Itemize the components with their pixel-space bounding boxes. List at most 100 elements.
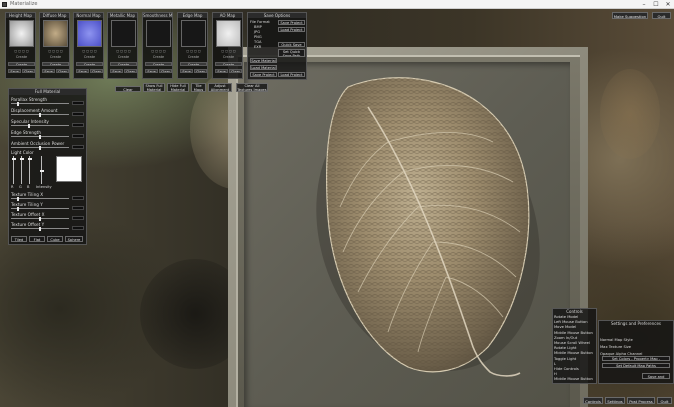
map-create-button[interactable]: Create bbox=[145, 62, 172, 66]
set-colors-button[interactable]: Set Colors - Property Map - Channels bbox=[602, 356, 670, 361]
slider-track[interactable] bbox=[11, 216, 69, 221]
minimize-icon[interactable]: – bbox=[638, 0, 650, 9]
g-slider[interactable] bbox=[19, 156, 24, 184]
quit-top-button[interactable]: Quit bbox=[652, 12, 671, 19]
flat-button[interactable]: Flat bbox=[29, 236, 45, 242]
clear-all-textures-button[interactable]: Clear All Textures Images bbox=[236, 83, 268, 92]
diffuse-map-image[interactable] bbox=[43, 20, 68, 47]
tile-maps-button[interactable]: Tile Maps bbox=[191, 83, 206, 92]
slider-track[interactable] bbox=[11, 112, 69, 117]
slider-value-box[interactable] bbox=[72, 112, 84, 116]
slider-value-box[interactable] bbox=[72, 216, 84, 220]
map-clear-button[interactable]: Clear bbox=[56, 69, 69, 73]
map-create-button[interactable]: Create bbox=[180, 62, 207, 66]
map-create-button[interactable]: Create bbox=[42, 62, 69, 66]
slider-knob[interactable] bbox=[27, 123, 30, 128]
map-create-button[interactable]: Create bbox=[76, 62, 103, 66]
map-clear-button[interactable]: Clear bbox=[22, 69, 35, 73]
maximize-icon[interactable]: ☐ bbox=[650, 0, 662, 9]
map-save-button[interactable]: Save bbox=[180, 69, 193, 73]
format-tga[interactable]: TGA bbox=[254, 40, 261, 44]
slider-knob[interactable] bbox=[39, 216, 41, 221]
save-and-close-button[interactable]: Save and Close bbox=[642, 373, 670, 379]
slider-track[interactable] bbox=[11, 226, 69, 231]
slider-value-box[interactable] bbox=[72, 134, 84, 138]
set-default-paths-button[interactable]: Set Default Map Paths bbox=[602, 363, 670, 368]
normal-map-style[interactable]: Normal Map Style bbox=[600, 338, 633, 342]
height-map-image[interactable] bbox=[9, 20, 34, 47]
ao-map-image[interactable] bbox=[216, 20, 241, 47]
show-full-material-button[interactable]: Show Full Material bbox=[143, 83, 165, 92]
map-save-button[interactable]: Save bbox=[42, 69, 55, 73]
slider-knob[interactable] bbox=[39, 145, 41, 150]
clear-textures-button[interactable]: Clear Textures bbox=[115, 86, 141, 92]
r-slider[interactable] bbox=[11, 156, 16, 184]
map-clear-button[interactable]: Clear bbox=[229, 69, 242, 73]
slider-track[interactable] bbox=[11, 134, 69, 139]
load-project-button[interactable]: Load Project bbox=[278, 27, 305, 32]
slider-knob[interactable] bbox=[39, 226, 41, 231]
quick-save-button[interactable]: Quick Save bbox=[278, 42, 305, 47]
hide-full-material-button[interactable]: Hide Full Material bbox=[167, 83, 189, 92]
slider-value-box[interactable] bbox=[72, 206, 84, 210]
slider-track[interactable] bbox=[11, 145, 69, 150]
slider-value-box[interactable] bbox=[72, 123, 84, 127]
slider-knob[interactable] bbox=[16, 196, 19, 201]
map-save-button[interactable]: Save bbox=[215, 69, 228, 73]
slider-value-box[interactable] bbox=[72, 145, 84, 149]
quit-bottom-button[interactable]: Quit bbox=[657, 397, 672, 404]
map-card-edge: Edge Map ◻ ◻ ◻ ◻ Create Create Save Clea… bbox=[177, 12, 208, 79]
light-color-swatch[interactable] bbox=[56, 156, 82, 182]
map-create-button[interactable]: Create bbox=[215, 62, 242, 66]
intensity-slider[interactable] bbox=[39, 156, 44, 184]
smoothness-map-image[interactable] bbox=[146, 20, 171, 47]
slider-value-box[interactable] bbox=[72, 196, 84, 200]
close-icon[interactable]: ✕ bbox=[662, 0, 674, 9]
slider-track[interactable] bbox=[11, 123, 69, 128]
slider-value-box[interactable] bbox=[72, 226, 84, 230]
map-clear-button[interactable]: Clear bbox=[124, 69, 137, 73]
set-quick-save-path-button[interactable]: Set Quick Save Path bbox=[278, 49, 305, 57]
slider-knob[interactable] bbox=[39, 134, 41, 139]
slider-knob[interactable] bbox=[16, 101, 19, 106]
slider-knob[interactable] bbox=[16, 206, 19, 211]
slider-value-box[interactable] bbox=[72, 101, 84, 105]
normal-map-image[interactable] bbox=[77, 20, 102, 47]
post-process-button[interactable]: Post Process bbox=[627, 397, 655, 404]
max-texture-size[interactable]: Max Texture Size bbox=[600, 345, 631, 349]
sphere-button[interactable]: Sphere bbox=[65, 236, 83, 242]
metallic-map-image[interactable] bbox=[111, 20, 136, 47]
edge-map-image[interactable] bbox=[181, 20, 206, 47]
tiled-button[interactable]: Tiled bbox=[11, 236, 27, 242]
b-slider[interactable] bbox=[27, 156, 32, 184]
map-save-button[interactable]: Save bbox=[8, 69, 21, 73]
format-exr[interactable]: EXR bbox=[254, 45, 261, 49]
load-project-bottom-button[interactable]: Load Project bbox=[278, 72, 305, 77]
controls-button[interactable]: Controls bbox=[583, 397, 603, 404]
cube-button[interactable]: Cube bbox=[47, 236, 63, 242]
make-suggestion-button[interactable]: Make Suggestion bbox=[612, 12, 648, 19]
format-png[interactable]: PNG bbox=[254, 35, 262, 39]
map-clear-button[interactable]: Clear bbox=[159, 69, 172, 73]
map-save-button[interactable]: Save bbox=[145, 69, 158, 73]
save-material-button[interactable]: Save Material bbox=[250, 58, 277, 63]
map-clear-button[interactable]: Clear bbox=[90, 69, 103, 73]
settings-button[interactable]: Settings bbox=[605, 397, 625, 404]
slider-track[interactable] bbox=[11, 101, 69, 106]
load-material-button[interactable]: Load Material bbox=[250, 65, 277, 70]
slider-track[interactable] bbox=[11, 206, 69, 211]
map-save-button[interactable]: Save bbox=[110, 69, 123, 73]
map-clear-button[interactable]: Clear bbox=[194, 69, 207, 73]
save-project-bottom-button[interactable]: Save Project bbox=[250, 72, 277, 77]
format-bmp[interactable]: BMP bbox=[254, 25, 262, 29]
adjust-alignment-button[interactable]: Adjust Alignment bbox=[208, 83, 232, 92]
title-bar: Materialize – ☐ ✕ bbox=[0, 0, 674, 9]
slider-track[interactable] bbox=[11, 196, 69, 201]
map-create-button[interactable]: Create bbox=[110, 62, 137, 66]
leaf-model[interactable] bbox=[228, 47, 588, 407]
format-jpg[interactable]: JPG bbox=[254, 30, 260, 34]
slider-knob[interactable] bbox=[39, 112, 41, 117]
map-save-button[interactable]: Save bbox=[76, 69, 89, 73]
map-create-button[interactable]: Create bbox=[8, 62, 35, 66]
save-project-button[interactable]: Save Project bbox=[278, 20, 305, 25]
